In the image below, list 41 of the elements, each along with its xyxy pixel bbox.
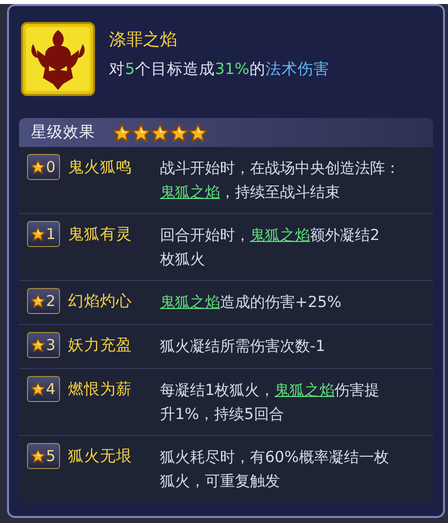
effect-description: 升1%，持续5回合 [160,404,285,425]
effect-name: 燃恨为薪 [68,379,133,400]
star-icon [31,160,45,174]
star-icon [31,382,45,396]
star-icon [132,124,150,142]
skill-link[interactable]: 鬼狐之焰 [250,226,310,244]
star-icon [151,124,169,142]
effect-name: 幻焰灼心 [68,291,133,312]
skill-link[interactable]: 鬼狐之焰 [274,381,335,399]
effect-description: 鬼狐之焰造成的伤害+25% [160,292,342,313]
effect-description: 枚狐火 [160,249,206,270]
effect-name: 狐火无垠 [68,446,133,467]
effect-description: 战斗开始时，在战场中央创造法阵： [160,158,400,179]
star-icon [31,338,45,352]
star-level-badge: 2 [27,288,60,314]
effect-description: 狐火，可重复触发 [160,471,281,492]
skill-title: 涤罪之焰 [109,29,178,51]
star-icon [170,124,188,142]
star-level-badge: 1 [27,221,60,247]
effect-description: 狐火耗尽时，有60%概率凝结一枚 [160,447,389,468]
fox-flame-icon [21,22,95,96]
skill-link[interactable]: 鬼狐之焰 [160,183,220,201]
effect-name: 妖力充盈 [68,335,133,356]
effect-name: 鬼狐有灵 [68,224,133,245]
star-icon [113,124,131,142]
section-title: 星级效果 [31,122,95,143]
star-icon [31,227,45,241]
effect-description: 每凝结1枚狐火，鬼狐之焰伤害提 [160,380,380,401]
skill-link[interactable]: 鬼狐之焰 [160,293,220,311]
star-level-badge: 0 [27,154,60,180]
effect-name: 鬼火狐鸣 [68,157,133,178]
effect-description: 回合开始时，鬼狐之焰额外凝结2 [160,225,380,246]
effect-description: 鬼狐之焰，持续至战斗结束 [160,182,341,203]
skill-description: 对5个目标造成31%的法术伤害 [109,59,330,80]
effect-description: 狐火凝结所需伤害次数-1 [160,336,326,357]
star-level-badge: 4 [27,376,60,402]
star-icon [31,449,45,463]
star-level-badge: 3 [27,332,60,358]
star-level-badge: 5 [27,443,60,469]
star-icon [31,294,45,308]
star-icon [189,124,207,142]
